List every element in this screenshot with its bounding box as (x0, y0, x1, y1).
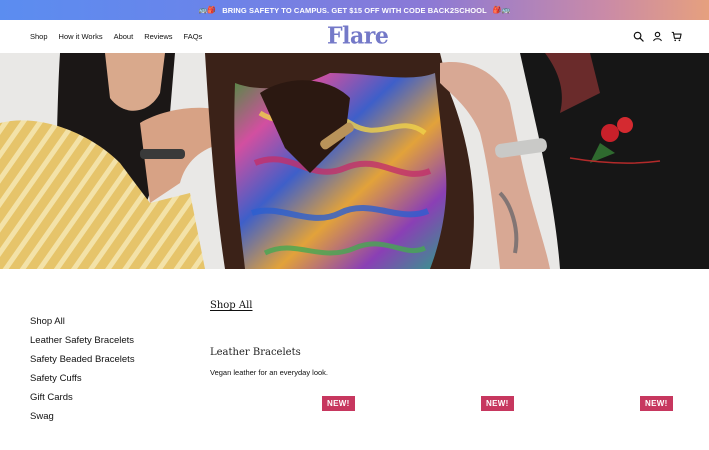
menu-item-safety-cuffs[interactable]: Safety Cuffs (30, 373, 135, 392)
menu-item-gift-cards[interactable]: Gift Cards (30, 392, 135, 411)
search-icon[interactable] (633, 31, 644, 42)
menu-item-shop-all[interactable]: Shop All (30, 316, 135, 335)
nav-link-faqs[interactable]: FAQs (184, 32, 203, 41)
new-badge: NEW! (481, 396, 514, 411)
nav-links: Shop How it Works About Reviews FAQs (30, 20, 202, 53)
menu-item-swag[interactable]: Swag (30, 411, 135, 430)
menu-item-safety-beaded-bracelets[interactable]: Safety Beaded Bracelets (30, 354, 135, 373)
category-menu: Shop All Leather Safety Bracelets Safety… (30, 316, 135, 430)
header-icons (633, 20, 682, 53)
promo-text: BRING SAFETY TO CAMPUS. GET $15 OFF WITH… (222, 5, 487, 15)
promo-banner[interactable]: 🚌🎒 BRING SAFETY TO CAMPUS. GET $15 OFF W… (0, 0, 709, 20)
nav-link-about[interactable]: About (114, 32, 134, 41)
new-badge: NEW! (640, 396, 673, 411)
hero-image (0, 53, 709, 269)
nav-link-how-it-works[interactable]: How it Works (59, 32, 103, 41)
menu-item-leather-safety-bracelets[interactable]: Leather Safety Bracelets (30, 335, 135, 354)
bus-backpack-icon: 🚌🎒 (198, 7, 217, 14)
page-title[interactable]: Shop All (210, 300, 253, 311)
backpack-bus-icon: 🎒🚌 (492, 7, 511, 14)
header-nav: Shop How it Works About Reviews FAQs Fla… (0, 20, 709, 53)
account-icon[interactable] (652, 31, 663, 42)
brand-logo[interactable]: Flare (327, 22, 389, 50)
category-description: Vegan leather for an everyday look. (210, 368, 328, 377)
cart-icon[interactable] (671, 31, 682, 42)
category-title: Leather Bracelets (210, 347, 301, 358)
nav-link-reviews[interactable]: Reviews (144, 32, 172, 41)
new-badge: NEW! (322, 396, 355, 411)
nav-link-shop[interactable]: Shop (30, 32, 48, 41)
